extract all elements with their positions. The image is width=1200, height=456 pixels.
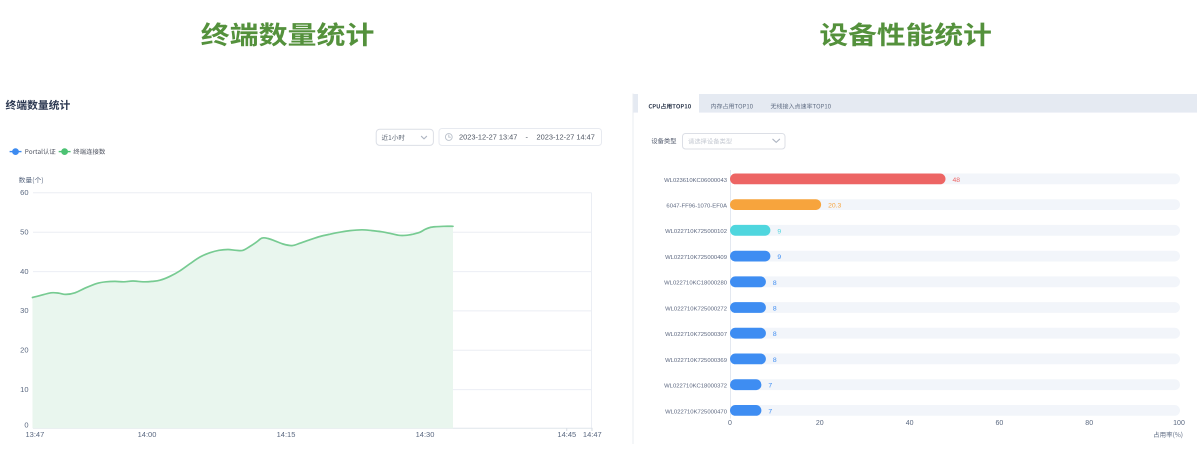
- svg-text:40: 40: [20, 267, 28, 276]
- svg-text:80: 80: [1085, 420, 1093, 427]
- svg-text:20: 20: [20, 346, 28, 355]
- svg-text:8: 8: [773, 306, 777, 313]
- svg-text:14:47: 14:47: [583, 430, 602, 439]
- svg-text:100: 100: [1173, 420, 1185, 427]
- svg-text:2023-12-27 14:47: 2023-12-27 14:47: [537, 132, 595, 141]
- svg-text:14:30: 14:30: [416, 430, 435, 439]
- svg-text:WL022710KC18000280: WL022710KC18000280: [664, 281, 728, 287]
- svg-text:9: 9: [777, 254, 781, 261]
- svg-text:0: 0: [24, 420, 28, 429]
- svg-text:WL023610KC06000043: WL023610KC06000043: [664, 178, 728, 184]
- svg-text:40: 40: [906, 420, 914, 427]
- svg-text:7: 7: [768, 408, 772, 415]
- svg-text:8: 8: [773, 357, 777, 364]
- svg-text:60: 60: [20, 188, 28, 197]
- svg-text:WL022710K725000272: WL022710K725000272: [665, 306, 727, 312]
- svg-text:WL022710K725000307: WL022710K725000307: [665, 332, 727, 338]
- svg-text:48: 48: [953, 177, 961, 184]
- svg-text:8: 8: [773, 331, 777, 338]
- svg-text:0: 0: [728, 420, 732, 427]
- svg-text:14:45: 14:45: [557, 430, 576, 439]
- svg-text:WL022710KC18000372: WL022710KC18000372: [664, 384, 727, 390]
- svg-text:9: 9: [777, 228, 781, 235]
- svg-text:WL022710K725000102: WL022710K725000102: [665, 229, 727, 235]
- svg-text:2023-12-27 13:47: 2023-12-27 13:47: [459, 132, 517, 141]
- svg-text:WL022710K725000470: WL022710K725000470: [665, 409, 728, 415]
- svg-text:14:00: 14:00: [138, 430, 157, 439]
- svg-text:20: 20: [816, 420, 824, 427]
- svg-text:30: 30: [20, 306, 28, 315]
- svg-text:10: 10: [20, 385, 28, 394]
- svg-text:8: 8: [773, 280, 777, 287]
- svg-text:60: 60: [996, 420, 1004, 427]
- svg-text:6047-FF96-1070-EF0A: 6047-FF96-1070-EF0A: [666, 204, 727, 210]
- svg-text:WL022710K725000409: WL022710K725000409: [665, 255, 727, 261]
- svg-text:7: 7: [768, 383, 772, 390]
- svg-text:13:47: 13:47: [26, 430, 45, 439]
- svg-text:20.3: 20.3: [828, 203, 841, 210]
- svg-text:50: 50: [20, 228, 28, 237]
- svg-text:WL022710K725000369: WL022710K725000369: [665, 358, 727, 364]
- svg-text:14:15: 14:15: [277, 430, 296, 439]
